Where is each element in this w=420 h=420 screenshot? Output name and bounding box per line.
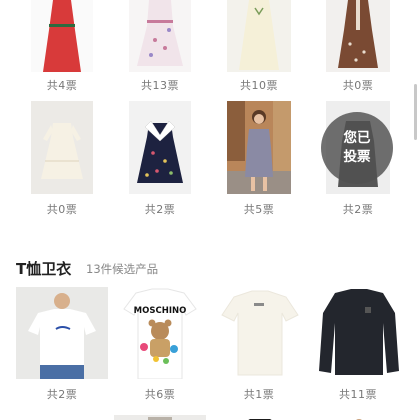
- product-image[interactable]: [129, 0, 191, 72]
- vote-count: 共6票: [144, 388, 176, 401]
- section-title: T恤卫衣: [16, 260, 72, 278]
- product-image[interactable]: [31, 101, 93, 194]
- product-image[interactable]: [227, 101, 291, 194]
- vote-count: 共0票: [342, 79, 374, 92]
- vote-count: 共11票: [339, 388, 377, 401]
- product-image[interactable]: [16, 287, 108, 379]
- product-image[interactable]: [214, 287, 306, 379]
- brand-text: MOSCHINO: [134, 306, 187, 316]
- scrollbar[interactable]: [414, 84, 417, 140]
- vote-count: 共4票: [46, 79, 78, 92]
- vote-count: 共0票: [46, 203, 78, 216]
- product-image[interactable]: MOSCHINO: [114, 287, 206, 379]
- vote-count: 共13票: [141, 79, 179, 92]
- vote-count: 共2票: [46, 388, 78, 401]
- product-image[interactable]: [227, 0, 291, 72]
- voted-badge-line2: 投票: [343, 149, 371, 165]
- vote-count: 共5票: [243, 203, 275, 216]
- vote-count: 共10票: [240, 79, 278, 92]
- product-image-partial[interactable]: [114, 410, 206, 420]
- voted-badge-line1: 您已: [343, 130, 371, 146]
- voted-badge: 您已 投票: [321, 112, 393, 184]
- product-image[interactable]: [313, 287, 405, 379]
- product-image[interactable]: [31, 0, 93, 72]
- product-image[interactable]: [326, 0, 390, 72]
- product-image-partial[interactable]: [313, 410, 405, 420]
- vote-count: 共2票: [144, 203, 176, 216]
- product-image-partial[interactable]: [214, 410, 306, 420]
- vote-count: 共1票: [243, 388, 275, 401]
- product-image[interactable]: [129, 101, 191, 194]
- vote-count: 共2票: [342, 203, 374, 216]
- section-subtitle: 13件候选产品: [86, 262, 159, 276]
